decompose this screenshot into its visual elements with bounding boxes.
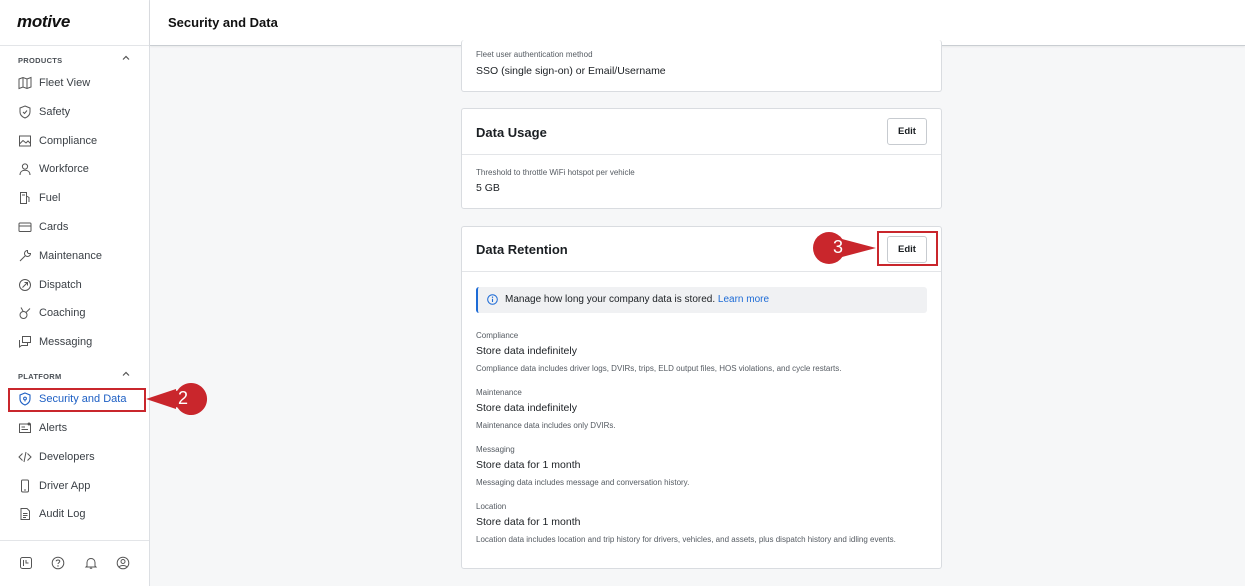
person-icon — [18, 162, 32, 176]
sidebar-item-compliance[interactable]: Compliance — [18, 131, 143, 151]
shield-icon — [18, 105, 32, 119]
messaging-label: Messaging — [476, 445, 515, 454]
wrench-icon — [18, 249, 32, 263]
sidebar-item-cards[interactable]: Cards — [18, 217, 143, 237]
sidebar-item-label: Audit Log — [39, 508, 86, 520]
sidebar-item-label: Messaging — [39, 336, 93, 348]
messaging-value: Store data for 1 month — [476, 459, 581, 471]
maintenance-note: Maintenance data includes only DVIRs. — [476, 421, 616, 430]
bell-icon[interactable] — [84, 556, 98, 570]
motive-logo[interactable]: motive — [17, 12, 70, 32]
user-circle-icon[interactable] — [116, 556, 130, 570]
alert-icon — [18, 421, 32, 435]
sidebar-item-alerts[interactable]: Alerts — [18, 418, 143, 438]
highlight-box-edit — [877, 231, 938, 266]
auth-method-label: Fleet user authentication method — [476, 50, 593, 59]
data-usage-card: Data Usage Edit Threshold to throttle Wi… — [461, 108, 942, 209]
image-doc-icon — [18, 134, 32, 148]
sidebar-item-label: Fleet View — [39, 77, 91, 89]
step-two-number: 2 — [177, 388, 188, 408]
sidebar-item-label: Cards — [39, 221, 69, 233]
sidebar-item-label: Driver App — [39, 480, 91, 492]
dispatch-icon — [18, 278, 32, 292]
info-text: Manage how long your company data is sto… — [505, 294, 716, 305]
sidebar-item-coaching[interactable]: Coaching — [18, 303, 143, 323]
sidebar: motive PRODUCTS Fleet View Safety Compli… — [0, 0, 150, 586]
sidebar-item-label: Workforce — [39, 163, 89, 175]
sidebar-item-safety[interactable]: Safety — [18, 102, 143, 122]
data-retention-card: Data Retention Edit Manage how long your… — [461, 226, 942, 569]
maintenance-value: Store data indefinitely — [476, 402, 577, 414]
card-title: Data Retention — [476, 242, 568, 257]
app-icon[interactable] — [19, 556, 33, 570]
card-title: Data Usage — [476, 125, 547, 140]
info-banner: Manage how long your company data is sto… — [476, 287, 927, 313]
sidebar-item-messaging[interactable]: Messaging — [18, 332, 143, 352]
help-icon[interactable] — [51, 556, 65, 570]
fuel-icon — [18, 191, 32, 205]
sidebar-item-fleet-view[interactable]: Fleet View — [18, 73, 143, 93]
hotspot-threshold-value: 5 GB — [476, 182, 500, 194]
location-note: Location data includes location and trip… — [476, 535, 896, 544]
sidebar-item-label: Alerts — [39, 422, 68, 434]
highlight-box-security — [8, 388, 146, 412]
step-three-number: 3 — [832, 237, 843, 257]
sidebar-item-label: Fuel — [39, 192, 61, 204]
info-icon — [487, 294, 498, 305]
products-heading: PRODUCTS — [18, 56, 63, 65]
compliance-note: Compliance data includes driver logs, DV… — [476, 364, 842, 373]
info-message: Manage how long your company data is sto… — [505, 294, 769, 305]
sidebar-item-workforce[interactable]: Workforce — [18, 159, 143, 179]
sidebar-item-label: Safety — [39, 106, 71, 118]
sidebar-item-audit-log[interactable]: Audit Log — [18, 504, 143, 524]
map-icon — [18, 76, 32, 90]
sidebar-item-label: Dispatch — [39, 279, 82, 291]
hotspot-threshold-label: Threshold to throttle WiFi hotspot per v… — [476, 168, 635, 177]
divider — [0, 45, 149, 46]
messaging-note: Messaging data includes message and conv… — [476, 478, 690, 487]
phone-icon — [18, 479, 32, 493]
page-title: Security and Data — [168, 15, 278, 30]
messages-icon — [18, 335, 32, 349]
card-header: Data Usage Edit — [462, 109, 941, 155]
platform-heading: PLATFORM — [18, 372, 62, 381]
card-icon — [18, 220, 32, 234]
sidebar-item-dispatch[interactable]: Dispatch — [18, 275, 143, 295]
sidebar-item-driver-app[interactable]: Driver App — [18, 476, 143, 496]
chevron-up-icon[interactable] — [121, 53, 131, 63]
location-value: Store data for 1 month — [476, 516, 581, 528]
authentication-card: Fleet user authentication method SSO (si… — [461, 40, 942, 92]
code-icon — [18, 450, 32, 464]
chevron-up-icon[interactable] — [121, 369, 131, 379]
compliance-value: Store data indefinitely — [476, 345, 577, 357]
maintenance-label: Maintenance — [476, 388, 522, 397]
divider — [0, 540, 149, 541]
sidebar-item-label: Coaching — [39, 307, 86, 319]
location-label: Location — [476, 502, 507, 511]
document-icon — [18, 507, 32, 521]
sidebar-item-developers[interactable]: Developers — [18, 447, 143, 467]
auth-method-value: SSO (single sign-on) or Email/Username — [476, 65, 666, 77]
compliance-label: Compliance — [476, 331, 519, 340]
sidebar-item-maintenance[interactable]: Maintenance — [18, 246, 143, 266]
data-usage-edit-button[interactable]: Edit — [887, 118, 927, 145]
sidebar-item-label: Developers — [39, 451, 95, 463]
sidebar-item-label: Compliance — [39, 135, 98, 147]
sidebar-item-fuel[interactable]: Fuel — [18, 188, 143, 208]
sidebar-item-label: Maintenance — [39, 250, 102, 262]
learn-more-link[interactable]: Learn more — [718, 294, 769, 305]
whistle-icon — [18, 306, 32, 320]
